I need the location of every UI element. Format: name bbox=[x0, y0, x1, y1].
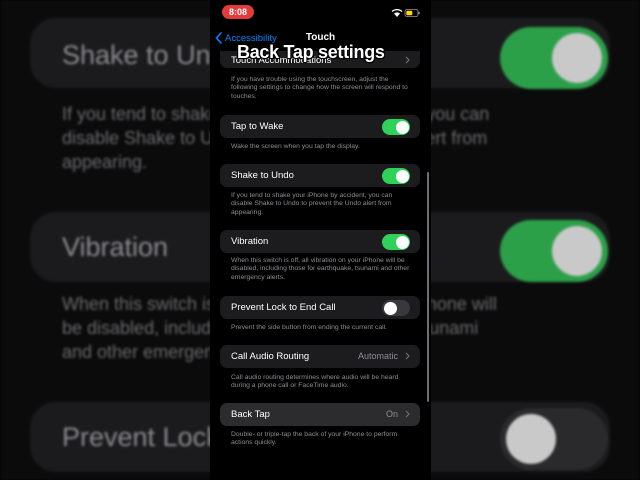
section-footer: Double- or triple-tap the back of your i… bbox=[231, 431, 398, 447]
prevent-lock-toggle[interactable] bbox=[382, 300, 410, 316]
row-label: Call Audio Routing bbox=[231, 351, 310, 362]
phone-screen: 8:08 Accessibility Touch Touch Accommoda… bbox=[210, 0, 431, 480]
row-label: Shake to Undo bbox=[231, 170, 294, 181]
bg-vibration-toggle bbox=[500, 220, 608, 282]
section-footer: Prevent the side button from ending the … bbox=[231, 324, 388, 331]
row-value: On bbox=[385, 409, 398, 419]
section-footer: If you have trouble using the touchscree… bbox=[231, 76, 408, 100]
row-label: Tap to Wake bbox=[231, 121, 284, 132]
row-shake-to-undo[interactable]: Shake to Undo bbox=[220, 164, 420, 187]
status-time: 8:08 bbox=[222, 5, 254, 19]
shake-to-undo-toggle[interactable] bbox=[382, 168, 410, 184]
chevron-right-icon bbox=[405, 352, 410, 360]
tap-to-wake-toggle[interactable] bbox=[382, 119, 410, 135]
section-footer: Call audio routing determines where audi… bbox=[231, 374, 399, 390]
row-label: Vibration bbox=[231, 236, 269, 247]
overlay-caption: Back Tap settings bbox=[237, 42, 385, 62]
row-label: Prevent Lock to End Call bbox=[231, 302, 336, 313]
bg-shake-toggle bbox=[500, 27, 608, 89]
bg-vibration-title: Vibration bbox=[62, 232, 169, 262]
row-vibration[interactable]: Vibration bbox=[220, 230, 420, 253]
section-footer: If you tend to shake your iPhone by acci… bbox=[231, 192, 393, 216]
section-footer: When this switch is off, all vibration o… bbox=[231, 257, 410, 281]
scrollbar[interactable] bbox=[427, 172, 429, 402]
row-tap-to-wake[interactable]: Tap to Wake bbox=[220, 115, 420, 138]
vibration-toggle[interactable] bbox=[382, 234, 410, 250]
chevron-right-icon bbox=[405, 410, 410, 418]
row-label: Back Tap bbox=[231, 409, 270, 420]
row-prevent-lock[interactable]: Prevent Lock to End Call bbox=[220, 296, 420, 319]
wifi-battery-icon bbox=[391, 9, 420, 17]
chevron-right-icon bbox=[405, 56, 410, 64]
row-call-audio-routing[interactable]: Call Audio Routing Automatic bbox=[220, 345, 420, 368]
status-bar: 8:08 bbox=[210, 0, 431, 24]
section-footer: Wake the screen when you tap the display… bbox=[231, 143, 360, 150]
row-value: Automatic bbox=[357, 351, 398, 361]
row-back-tap[interactable]: Back Tap On bbox=[220, 403, 420, 426]
bg-prevent-toggle bbox=[500, 408, 608, 470]
